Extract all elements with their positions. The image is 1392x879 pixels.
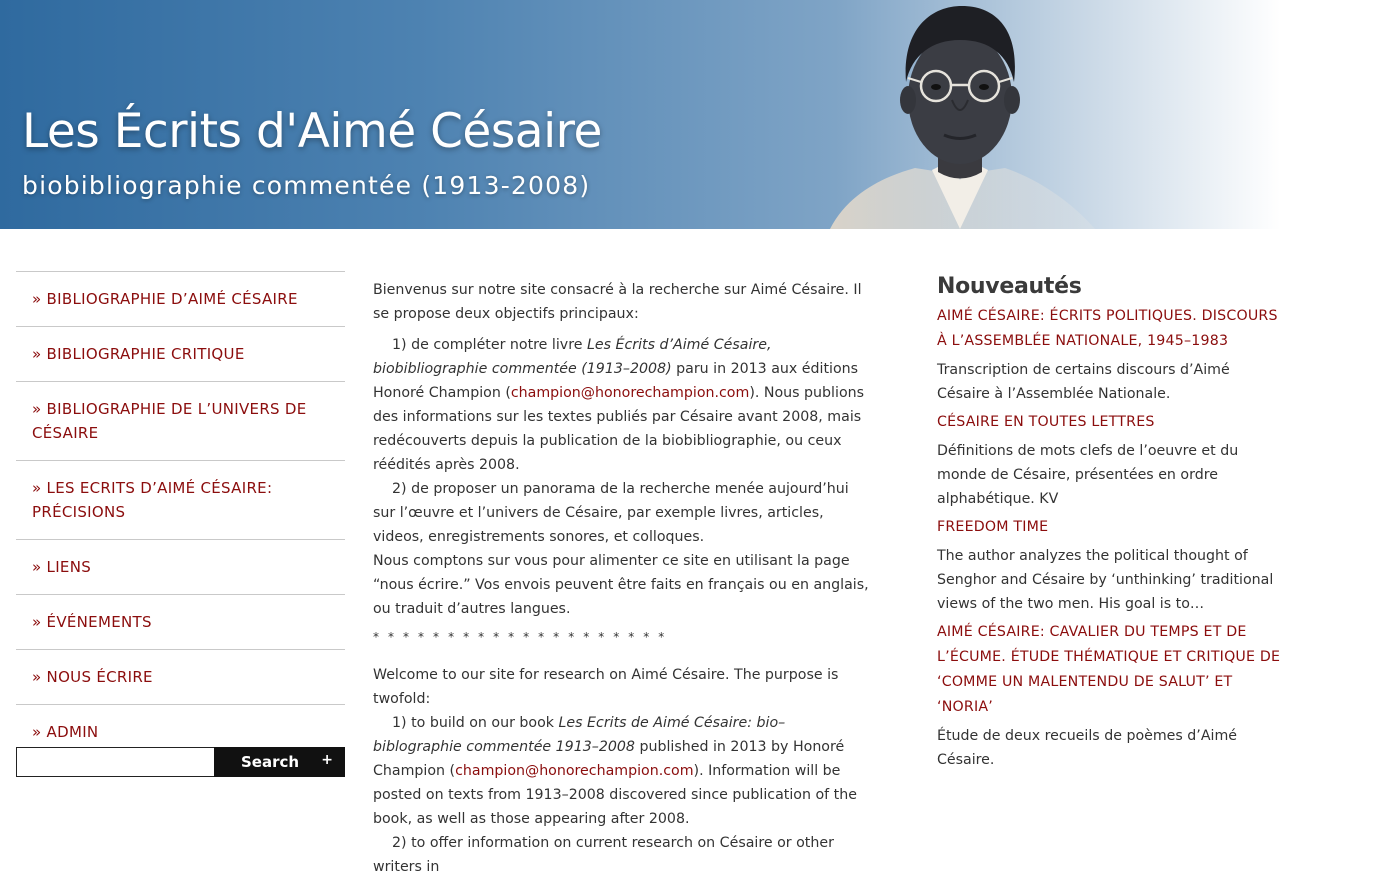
sidebar-nav: » BIBLIOGRAPHIE D’AIMÉ CÉSAIRE » BIBLIOG… (16, 271, 345, 777)
sidebar-item-evenements[interactable]: » ÉVÉNEMENTS (16, 595, 345, 650)
search-form: Search + (16, 747, 345, 777)
site-header-banner: Les Écrits d'Aimé Césaire biobibliograph… (0, 0, 1392, 229)
news-item-excerpt: Transcription de certains discours d’Aim… (937, 362, 1230, 402)
sidebar-item-ecrits-precisions[interactable]: » LES ECRITS D’AIMÉ CÉSAIRE: PRÉCISIONS (16, 461, 345, 540)
main-content: Bienvenus sur notre site consacré à la r… (373, 278, 873, 879)
sidebar-item-bibliographie-critique[interactable]: » BIBLIOGRAPHIE CRITIQUE (16, 327, 345, 382)
news-item-title[interactable]: CÉSAIRE EN TOUTES LETTRES (937, 410, 1287, 435)
plus-icon[interactable]: + (321, 752, 333, 768)
objective-1-en: 1) to build on our book Les Ecrits de Ai… (373, 711, 873, 831)
objective-1-fr: 1) de compléter notre livre Les Écrits d… (373, 333, 873, 477)
author-portrait (830, 6, 1095, 229)
news-item-title[interactable]: AIMÉ CÉSAIRE: ÉCRITS POLITIQUES. DISCOUR… (937, 304, 1287, 354)
email-link-fr[interactable]: champion@honorechampion.com (511, 385, 749, 401)
news-item: AIMÉ CÉSAIRE: ÉCRITS POLITIQUES. DISCOUR… (937, 304, 1287, 406)
search-button[interactable]: Search + (214, 747, 345, 777)
news-item: FREEDOM TIME The author analyzes the pol… (937, 515, 1287, 616)
contribution-paragraph-fr: Nous comptons sur vous pour alimenter ce… (373, 553, 869, 617)
separator-stars: * * * * * * * * * * * * * * * * * * * * (373, 630, 667, 644)
site-subtitle: biobibliographie commentée (1913-2008) (22, 171, 591, 200)
news-item: CÉSAIRE EN TOUTES LETTRES Définitions de… (937, 410, 1287, 511)
search-input[interactable] (16, 747, 215, 777)
objective-1-fr-text-a: 1) de compléter notre livre (392, 337, 587, 353)
sidebar-item-bibliographie-aime-cesaire[interactable]: » BIBLIOGRAPHIE D’AIMÉ CÉSAIRE (16, 272, 345, 327)
sidebar-item-bibliographie-univers[interactable]: » BIBLIOGRAPHIE DE L’UNIVERS DE CÉSAIRE (16, 382, 345, 461)
objective-1-en-text-a: 1) to build on our book (392, 715, 559, 731)
news-sidebar: Nouveautés AIMÉ CÉSAIRE: ÉCRITS POLITIQU… (937, 272, 1287, 772)
site-title[interactable]: Les Écrits d'Aimé Césaire (22, 104, 602, 159)
news-item: AIMÉ CÉSAIRE: CAVALIER DU TEMPS ET DE L’… (937, 620, 1287, 772)
objective-2-fr: 2) de proposer un panorama de la recherc… (373, 481, 849, 545)
sidebar-menu: » BIBLIOGRAPHIE D’AIMÉ CÉSAIRE » BIBLIOG… (16, 271, 345, 760)
intro-paragraph-en: Welcome to our site for research on Aimé… (373, 667, 839, 707)
news-heading: Nouveautés (937, 274, 1082, 299)
news-item-title[interactable]: AIMÉ CÉSAIRE: CAVALIER DU TEMPS ET DE L’… (937, 620, 1287, 720)
news-item-excerpt: Définitions de mots clefs de l’oeuvre et… (937, 443, 1239, 507)
sidebar-item-liens[interactable]: » LIENS (16, 540, 345, 595)
intro-paragraph-fr: Bienvenus sur notre site consacré à la r… (373, 282, 862, 322)
news-item-excerpt: Étude de deux recueils de poèmes d’Aimé … (937, 728, 1238, 768)
search-button-label: Search (241, 753, 300, 771)
email-link-en[interactable]: champion@honorechampion.com (455, 763, 693, 779)
sidebar-item-nous-ecrire[interactable]: » NOUS ÉCRIRE (16, 650, 345, 705)
objective-2-en: 2) to offer information on current resea… (373, 835, 834, 875)
news-item-excerpt: The author analyzes the political though… (937, 548, 1274, 612)
news-item-title[interactable]: FREEDOM TIME (937, 515, 1287, 540)
